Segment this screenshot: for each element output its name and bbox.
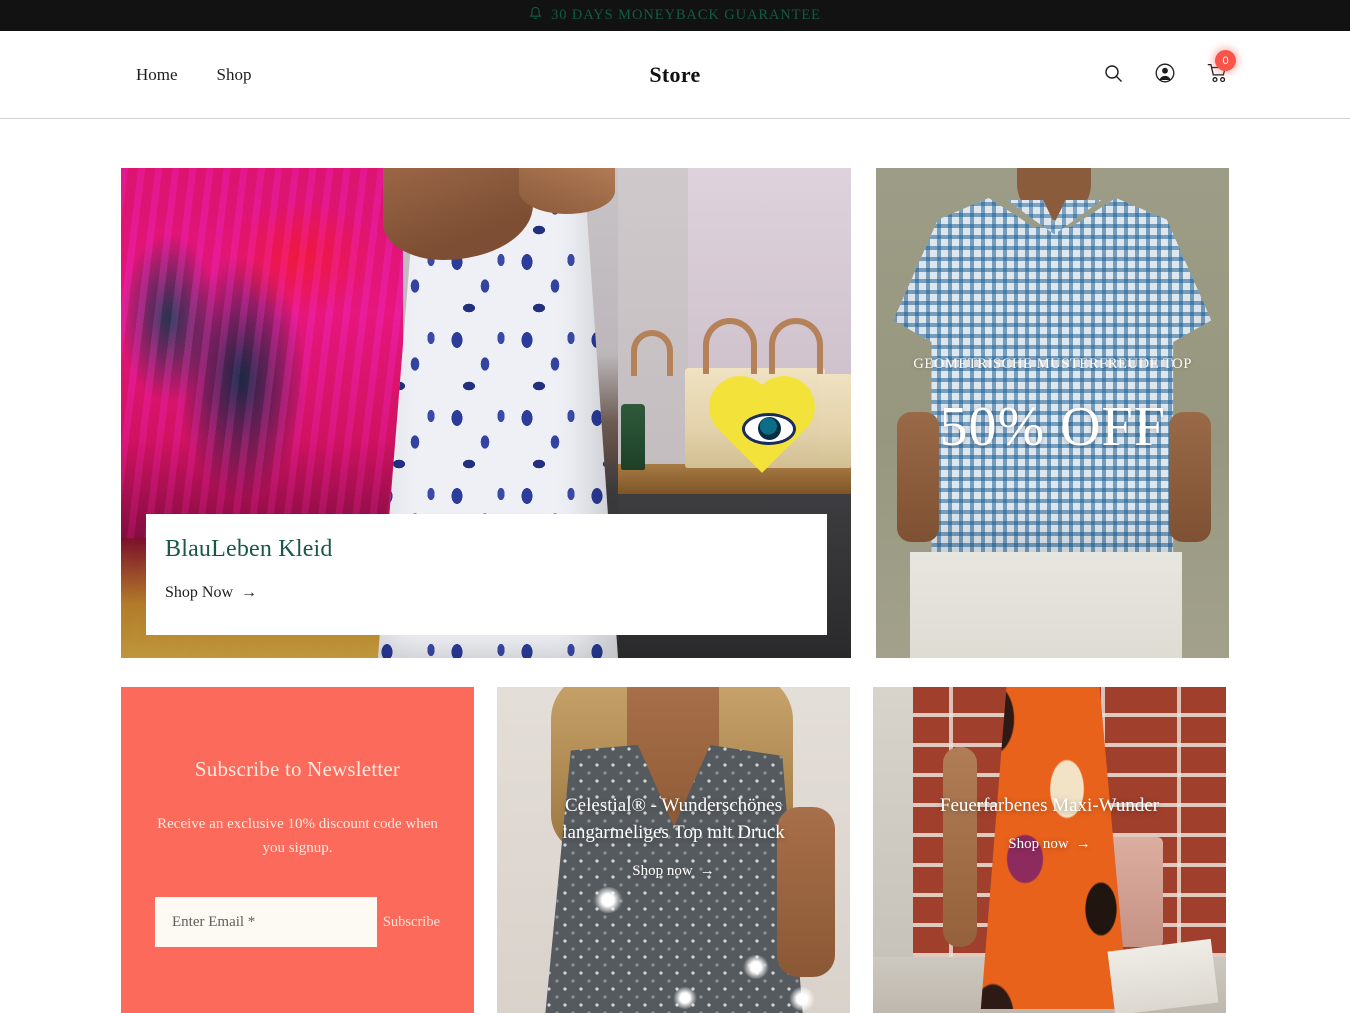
promo-subtitle: GEOMETRISCHE MUSTERFREUDE TOP: [913, 356, 1193, 372]
promo-discount-text: 50% OFF: [939, 396, 1166, 458]
product-title: Celestial® - Wunderschönes langarmeliges…: [562, 795, 785, 843]
header-actions: 0: [1104, 50, 1236, 86]
promo-overlay: GEOMETRISCHE MUSTERFREUDE TOP 50% OFF: [876, 168, 1229, 658]
arrow-right-icon: →: [699, 863, 715, 879]
promo-card-discount[interactable]: GEOMETRISCHE MUSTERFREUDE TOP 50% OFF: [876, 168, 1229, 658]
hero-shop-now-link[interactable]: Shop Now →: [165, 584, 257, 602]
hero-banner[interactable]: BlauLeben Kleid Shop Now →: [121, 168, 852, 658]
product-overlay-maxi: Feuerfarbenes Maxi-Wunder Shop now →: [873, 792, 1226, 853]
product-shop-now-label: Shop now: [1008, 836, 1069, 852]
site-header: Home Shop Store 0: [0, 31, 1350, 119]
main-content: BlauLeben Kleid Shop Now → GEOMETRISCHE …: [0, 119, 1350, 1013]
hero-caption-card: BlauLeben Kleid Shop Now →: [146, 514, 827, 635]
hero-shop-now-label: Shop Now: [165, 584, 234, 601]
cart-button[interactable]: 0: [1207, 50, 1236, 86]
brand-name[interactable]: Store: [649, 62, 700, 87]
product-overlay-celestial: Celestial® - Wunderschönes langarmeliges…: [497, 792, 850, 880]
announcement-bar: 30 DAYS MONEYBACK GUARANTEE: [0, 0, 1350, 31]
newsletter-form: Subscribe: [155, 897, 440, 947]
product-shop-now-link[interactable]: Shop now →: [1008, 836, 1090, 853]
product-card-celestial[interactable]: Celestial® - Wunderschönes langarmeliges…: [497, 687, 850, 1013]
arrow-right-icon: →: [241, 584, 258, 601]
search-icon: [1104, 64, 1123, 86]
subscribe-button[interactable]: Subscribe: [377, 897, 440, 947]
product-title: Feuerfarbenes Maxi-Wunder: [939, 795, 1160, 816]
email-input[interactable]: [155, 897, 377, 947]
cart-count-badge: 0: [1215, 50, 1236, 71]
top-row: BlauLeben Kleid Shop Now → GEOMETRISCHE …: [121, 168, 1229, 658]
account-icon: [1155, 63, 1175, 86]
nav-item-home[interactable]: Home: [136, 65, 178, 85]
newsletter-subtitle: Receive an exclusive 10% discount code w…: [157, 816, 438, 856]
arrow-right-icon: →: [1075, 836, 1091, 852]
product-shop-now-link[interactable]: Shop now →: [632, 863, 714, 880]
search-button[interactable]: [1104, 64, 1123, 86]
product-shop-now-label: Shop now: [632, 863, 693, 879]
bell-icon: [529, 6, 542, 26]
newsletter-panel: Subscribe to Newsletter Receive an exclu…: [121, 687, 474, 1013]
hero-title: BlauLeben Kleid: [165, 536, 333, 562]
main-nav: Home Shop: [136, 65, 252, 85]
bottom-row: Subscribe to Newsletter Receive an exclu…: [121, 687, 1229, 1013]
announcement-text: 30 DAYS MONEYBACK GUARANTEE: [551, 7, 821, 23]
nav-item-shop[interactable]: Shop: [217, 65, 252, 85]
newsletter-title: Subscribe to Newsletter: [194, 757, 401, 781]
product-card-maxi[interactable]: Feuerfarbenes Maxi-Wunder Shop now →: [873, 687, 1226, 1013]
account-button[interactable]: [1155, 63, 1175, 86]
